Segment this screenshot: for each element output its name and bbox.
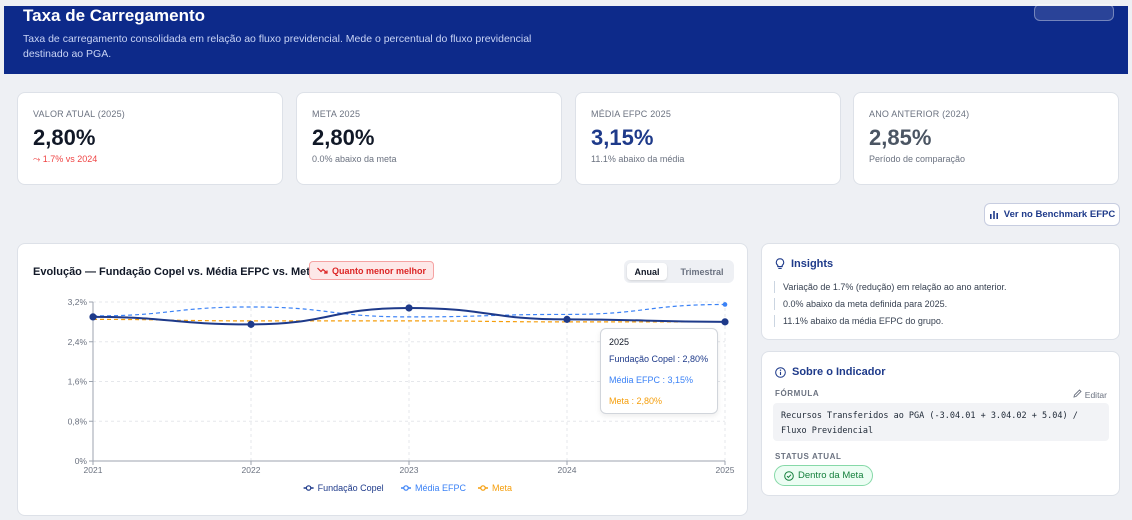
status-label: STATUS ATUAL <box>775 452 842 461</box>
about-indicator-card: Sobre o Indicador FÓRMULA Editar Recurso… <box>761 351 1120 496</box>
data-point-fundacao-copel <box>89 313 97 321</box>
insight-item: 0.0% abaixo da meta definida para 2025. <box>774 298 947 310</box>
insights-title-label: Insights <box>791 258 834 270</box>
insight-item: 11.1% abaixo da média EFPC do grupo. <box>774 315 943 327</box>
kpi-subtext: 0.0% abaixo da meta <box>312 154 397 164</box>
kpi-card-efpc-average: MÉDIA EFPC 2025 3,15% 11.1% abaixo da mé… <box>575 92 841 185</box>
legend-label-media-efpc: Média EFPC <box>415 483 467 493</box>
kpi-card-goal: META 2025 2,80% 0.0% abaixo da meta <box>296 92 562 185</box>
formula-label: FÓRMULA <box>775 389 820 398</box>
evolution-chart-card: Evolução — Fundação Copel vs. Média EFPC… <box>17 243 748 516</box>
benchmark-button-label: Ver no Benchmark EFPC <box>1003 209 1116 220</box>
page-description: Taxa de carregamento consolidada em rela… <box>23 33 532 60</box>
kpi-label: ANO ANTERIOR (2024) <box>869 109 970 119</box>
about-title: Sobre o Indicador <box>775 366 886 378</box>
header-action-button[interactable] <box>1034 4 1114 21</box>
y-tick-label: 3,2% <box>68 297 88 307</box>
data-point-fundacao-copel <box>721 318 729 326</box>
kpi-label: VALOR ATUAL (2025) <box>33 109 125 119</box>
info-icon <box>775 366 786 378</box>
data-point-fundacao-copel <box>563 315 571 323</box>
check-circle-icon <box>784 470 794 481</box>
kpi-value: 3,15% <box>591 125 654 150</box>
insights-title: Insights <box>775 258 833 270</box>
x-tick-label: 2021 <box>84 465 103 475</box>
about-title-label: Sobre o Indicador <box>792 366 886 378</box>
tooltip-row-media-efpc: Média EFPC : 3,15% <box>609 375 694 385</box>
kpi-subtext: Período de comparação <box>869 154 966 164</box>
kpi-subtext: 11.1% abaixo da média <box>591 154 685 164</box>
page-title: Taxa de Carregamento <box>23 6 206 25</box>
edit-formula-link[interactable]: Editar <box>1073 389 1107 400</box>
status-text: Dentro da Meta <box>798 470 864 481</box>
legend-marker-media-efpc <box>403 485 409 491</box>
kpi-card-previous-year: ANO ANTERIOR (2024) 2,85% Período de com… <box>853 92 1119 185</box>
insight-item: Variação de 1.7% (redução) em relação ao… <box>774 281 1006 293</box>
lightbulb-icon <box>775 258 785 269</box>
data-point-fundacao-copel <box>405 304 413 312</box>
kpi-value: 2,80% <box>33 125 96 150</box>
legend-label-fundacao-copel: Fundação Copel <box>318 483 384 493</box>
x-tick-label: 2024 <box>558 465 577 475</box>
benchmark-button[interactable]: Ver no Benchmark EFPC <box>984 203 1120 226</box>
page-header: Taxa de Carregamento Taxa de carregament… <box>4 4 1128 74</box>
y-tick-label: 1,6% <box>68 377 88 387</box>
kpi-card-current: VALOR ATUAL (2025) 2,80% ⤳ 1.7% vs 2024 <box>17 92 283 185</box>
y-tick-label: 2,4% <box>68 337 88 347</box>
legend-marker-fundacao-copel <box>305 485 312 491</box>
tooltip-row-fundacao-copel: Fundação Copel : 2,80% <box>609 354 709 364</box>
tooltip-row-meta: Meta : 2,80% <box>609 396 663 406</box>
y-tick-label: 0,8% <box>68 416 88 426</box>
legend-label-meta: Meta <box>492 483 512 493</box>
data-point-media-efpc <box>722 302 728 307</box>
x-tick-label: 2022 <box>242 465 261 475</box>
status-badge: Dentro da Meta <box>774 465 874 486</box>
data-point-fundacao-copel <box>247 320 255 328</box>
kpi-variation: ⤳ 1.7% vs 2024 <box>33 154 98 164</box>
chart-tooltip: 2025 Fundação Copel : 2,80% Média EFPC :… <box>600 328 718 414</box>
edit-label: Editar <box>1084 390 1107 400</box>
tooltip-title: 2025 <box>609 337 630 347</box>
kpi-label: MÉDIA EFPC 2025 <box>591 109 672 119</box>
x-tick-label: 2025 <box>716 465 735 475</box>
pencil-icon <box>1073 389 1083 398</box>
formula-box: Recursos Transferidos ao PGA (-3.04.01 +… <box>773 403 1109 441</box>
legend-marker-meta <box>480 485 486 491</box>
insights-card: Insights Variação de 1.7% (redução) em r… <box>761 243 1120 340</box>
kpi-value: 2,80% <box>312 125 375 150</box>
kpi-label: META 2025 <box>312 109 361 119</box>
x-tick-label: 2023 <box>400 465 419 475</box>
bar-chart-icon <box>989 211 998 219</box>
kpi-value: 2,85% <box>869 125 932 150</box>
